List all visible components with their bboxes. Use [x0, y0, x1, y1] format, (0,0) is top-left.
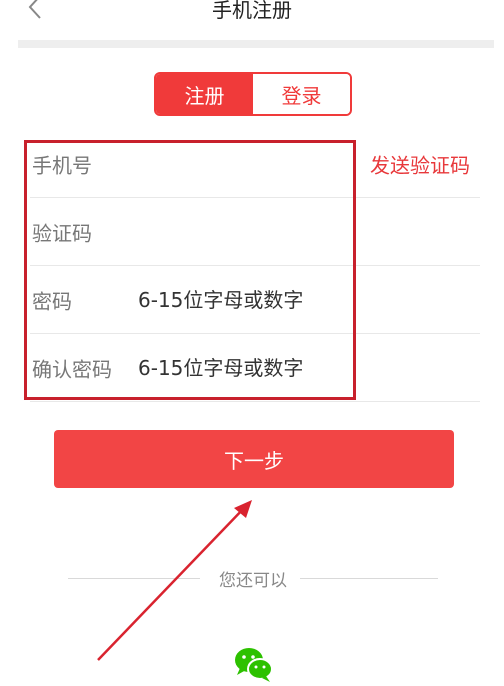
send-code-button[interactable]: 发送验证码 — [370, 149, 470, 178]
password-input[interactable] — [138, 283, 358, 316]
auth-tabs: 注册 登录 — [154, 72, 352, 116]
page-title: 手机注册 — [212, 0, 292, 22]
phone-label: 手机号 — [32, 153, 92, 177]
alt-login-divider: 您还可以 — [68, 566, 438, 591]
next-step-button[interactable]: 下一步 — [54, 430, 454, 488]
code-input[interactable] — [138, 215, 358, 248]
password-row: 密码 — [30, 266, 480, 334]
tab-register[interactable]: 注册 — [156, 74, 253, 114]
confirm-password-label: 确认密码 — [32, 357, 112, 381]
wechat-icon[interactable] — [232, 644, 276, 684]
code-row: 验证码 — [30, 198, 480, 266]
header-divider — [18, 40, 494, 48]
phone-row: 手机号 发送验证码 — [30, 130, 480, 198]
confirm-password-input[interactable] — [138, 351, 358, 384]
tab-login[interactable]: 登录 — [253, 74, 350, 114]
code-label: 验证码 — [32, 221, 92, 245]
password-label: 密码 — [32, 289, 72, 313]
divider-line-right — [300, 578, 438, 579]
confirm-password-row: 确认密码 — [30, 334, 480, 402]
header: 手机注册 — [0, 0, 504, 48]
phone-input[interactable] — [138, 147, 358, 180]
